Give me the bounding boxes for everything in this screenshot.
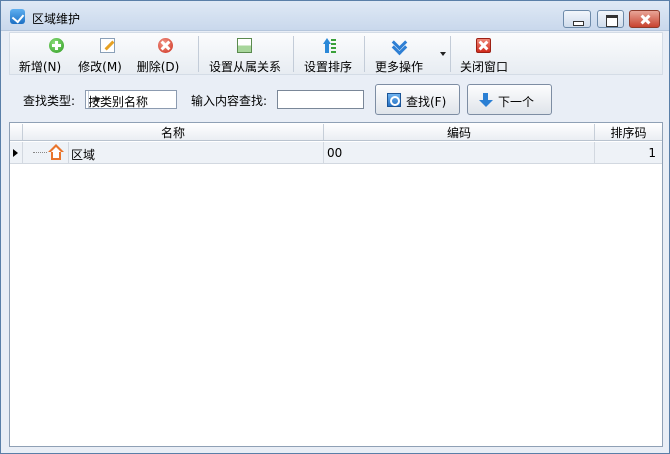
maximize-button[interactable] — [597, 10, 624, 28]
double-chevron-down-icon — [392, 38, 407, 53]
data-grid[interactable]: 名称 编码 排序码 区域 00 1 — [9, 122, 663, 447]
chevron-down-icon[interactable] — [88, 91, 104, 108]
cell-sort-text: 1 — [648, 146, 656, 160]
cell-name[interactable]: 区域 — [68, 142, 324, 163]
search-bar: 查找类型: 按类别名称 输入内容查找: 查找(F) 下一个 — [1, 78, 669, 120]
find-button-label: 查找(F) — [406, 95, 447, 109]
find-button[interactable]: 查找(F) — [375, 84, 460, 115]
close-window-button[interactable]: 关闭窗口 — [454, 33, 514, 74]
search-input-label: 输入内容查找: — [191, 94, 268, 108]
cell-code-text: 00 — [327, 146, 343, 160]
column-header-name[interactable]: 名称 — [23, 124, 324, 140]
toolbar-separator — [364, 36, 365, 72]
find-next-label: 下一个 — [498, 95, 535, 109]
delete-button[interactable]: 删除(D) — [136, 33, 180, 74]
delete-label: 删除(D) — [136, 60, 180, 74]
more-actions-label: 更多操作 — [374, 60, 423, 74]
dropdown-arrow-icon[interactable] — [440, 52, 446, 56]
close-icon — [476, 38, 491, 53]
row-indicator-header — [10, 124, 23, 140]
row-pointer-icon — [13, 149, 18, 157]
set-sort-button[interactable]: 设置排序 — [297, 33, 359, 74]
home-icon — [48, 144, 65, 161]
search-type-select[interactable]: 按类别名称 — [85, 90, 177, 109]
add-label: 新增(N) — [18, 60, 62, 74]
cell-code[interactable]: 00 — [324, 142, 595, 163]
row-indicator — [10, 142, 23, 163]
edit-button[interactable]: 修改(M) — [78, 33, 122, 74]
toolbar-separator — [198, 36, 199, 72]
relation-icon — [237, 38, 252, 53]
cell-sort[interactable]: 1 — [595, 142, 662, 163]
window-close-button[interactable] — [629, 10, 660, 28]
toolbar-separator — [293, 36, 294, 72]
cell-name-text: 区域 — [71, 148, 96, 162]
minimize-button[interactable] — [563, 10, 591, 28]
delete-icon — [158, 38, 173, 53]
search-icon — [387, 93, 401, 107]
app-icon — [10, 9, 25, 24]
set-sort-label: 设置排序 — [303, 60, 352, 74]
title-bar[interactable]: 区域维护 — [1, 1, 669, 31]
grid-header: 名称 编码 排序码 — [10, 123, 662, 141]
more-actions-button[interactable]: 更多操作 — [368, 33, 448, 74]
set-relation-button[interactable]: 设置从属关系 — [202, 33, 288, 74]
sort-icon — [321, 38, 336, 53]
edit-icon — [100, 38, 115, 53]
tree-connector — [33, 152, 47, 153]
toolbar-separator — [450, 36, 451, 72]
add-button[interactable]: 新增(N) — [18, 33, 64, 74]
table-row[interactable]: 区域 00 1 — [10, 142, 662, 164]
main-window: 区域维护 新增(N) 修改(M) 删除(D) 设置从属关系 设置排序 更多操作 … — [0, 0, 670, 454]
add-icon — [49, 38, 64, 53]
arrow-down-icon — [479, 93, 493, 107]
set-relation-label: 设置从属关系 — [208, 60, 281, 74]
column-header-code[interactable]: 编码 — [324, 124, 595, 140]
edit-label: 修改(M) — [78, 60, 122, 74]
close-window-label: 关闭窗口 — [459, 60, 508, 74]
window-title: 区域维护 — [32, 12, 81, 26]
column-header-sort[interactable]: 排序码 — [595, 124, 662, 140]
toolbar: 新增(N) 修改(M) 删除(D) 设置从属关系 设置排序 更多操作 关闭窗口 — [9, 32, 663, 75]
search-type-label: 查找类型: — [23, 94, 76, 108]
search-input[interactable] — [277, 90, 364, 109]
find-next-button[interactable]: 下一个 — [467, 84, 552, 115]
